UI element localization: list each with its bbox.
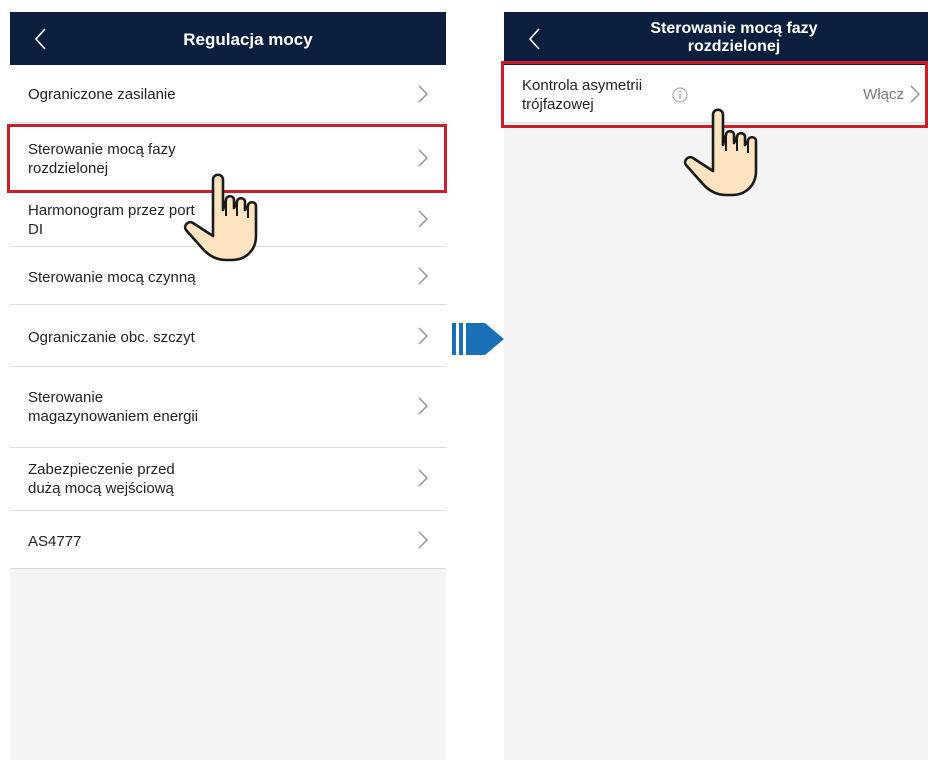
list-item-label-line: Zabezpieczenie przed: [28, 461, 175, 478]
list-item-zabezpieczenie[interactable]: Zabezpieczenie przed dużą mocą wejściową: [10, 448, 446, 511]
list-item-label-line: Sterowanie mocą fazy: [28, 141, 176, 158]
transition-arrow-icon: [452, 323, 504, 355]
settings-list: Kontrola asymetrii trójfazowej Włącz: [504, 65, 928, 123]
list-item-label-line: Harmonogram przez port: [28, 202, 195, 219]
info-icon[interactable]: [672, 87, 688, 103]
list-item-label: Kontrola asymetrii trójfazowej: [522, 76, 642, 114]
list-item-label: Sterowanie mocą czynną: [28, 268, 196, 287]
right-phone-screen: Sterowanie mocą fazy rozdzielonej Kontro…: [504, 12, 928, 760]
header: Sterowanie mocą fazy rozdzielonej: [504, 12, 928, 65]
list-item-label-line: DI: [28, 221, 43, 238]
list-item-label-line: trójfazowej: [522, 96, 594, 113]
list-item-label: Ograniczone zasilanie: [28, 85, 176, 104]
list-item-label-line: magazynowaniem energii: [28, 408, 199, 425]
chevron-right-icon: [418, 397, 428, 415]
list-item-harmonogram[interactable]: Harmonogram przez port DI: [10, 193, 446, 247]
status-value: Włącz: [863, 86, 904, 103]
page-title: Sterowanie mocą fazy rozdzielonej: [504, 20, 928, 56]
chevron-right-icon: [418, 210, 428, 228]
list-item-label: Sterowanie mocą fazy rozdzielonej: [28, 140, 176, 178]
page-title: Regulacja mocy: [183, 30, 313, 49]
list-item-label: Harmonogram przez port DI: [28, 201, 195, 239]
left-phone-screen: Regulacja mocy Ograniczone zasilanie Ste…: [10, 12, 446, 760]
chevron-right-icon: [418, 149, 428, 167]
chevron-right-icon: [418, 469, 428, 487]
list-item-label-line: Sterowanie: [28, 389, 104, 406]
chevron-right-icon: [418, 85, 428, 103]
list-item-label: Sterowanie magazynowaniem energii: [28, 388, 198, 426]
chevron-right-icon: [418, 327, 428, 345]
page-title-line: rozdzielonej: [687, 38, 781, 55]
list-item-sterowanie-moca-fazy[interactable]: Sterowanie mocą fazy rozdzielonej: [10, 123, 446, 193]
page-title-line: Sterowanie mocą fazy: [650, 20, 818, 37]
list-item-label: Zabezpieczenie przed dużą mocą wejściową: [28, 460, 175, 498]
list-item-label: Ograniczanie obc. szczyt: [28, 328, 195, 347]
list-item-sterowanie-moca-czynna[interactable]: Sterowanie mocą czynną: [10, 247, 446, 305]
chevron-right-icon: [418, 267, 428, 285]
chevron-right-icon: [418, 531, 428, 549]
list-item-label-line: Sterowanie mocą czynną: [28, 269, 196, 286]
list-item-label-line: Ograniczone zasilanie: [28, 86, 176, 103]
chevron-right-icon: [910, 85, 920, 103]
list-item-as4777[interactable]: AS4777: [10, 511, 446, 569]
settings-list: Ograniczone zasilanie Sterowanie mocą fa…: [10, 65, 446, 569]
header: Regulacja mocy: [10, 12, 446, 65]
list-item-kontrola-asymetrii[interactable]: Kontrola asymetrii trójfazowej Włącz: [504, 65, 928, 123]
list-item-label-line: rozdzielonej: [28, 160, 109, 177]
list-item-label-line: dużą mocą wejściową: [28, 480, 174, 497]
list-item-label-line: AS4777: [28, 533, 82, 550]
list-item-ograniczone-zasilanie[interactable]: Ograniczone zasilanie: [10, 65, 446, 123]
list-item-label-line: Ograniczanie obc. szczyt: [28, 329, 195, 346]
list-item-sterowanie-magazynowaniem[interactable]: Sterowanie magazynowaniem energii: [10, 367, 446, 448]
list-item-label-line: Kontrola asymetrii: [522, 77, 643, 94]
list-item-ograniczanie-obc-szczyt[interactable]: Ograniczanie obc. szczyt: [10, 305, 446, 367]
list-item-label: AS4777: [28, 532, 81, 551]
